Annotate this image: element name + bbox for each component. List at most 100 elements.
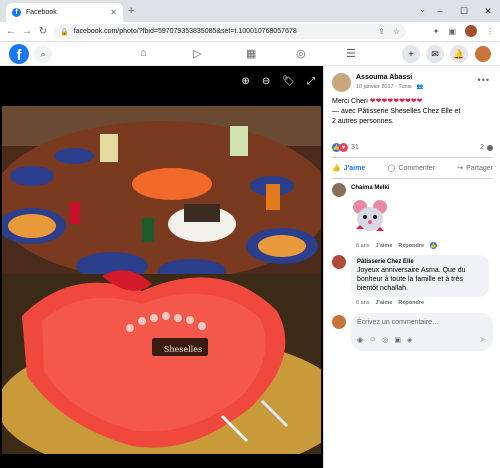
sidepanel-icon[interactable]: ▣ <box>448 27 456 36</box>
browser-menu-icon[interactable]: ⋮ <box>486 27 494 36</box>
post-location[interactable]: Tunis <box>398 84 411 90</box>
comment-button[interactable]: ◯ Commenter <box>387 164 435 173</box>
divider <box>332 157 493 158</box>
comment-like-link[interactable]: J'aime <box>375 300 392 306</box>
facebook-favicon-icon: f <box>12 8 21 17</box>
comment-meta: 6 ans J'aime Répondre 👍 <box>356 242 438 249</box>
reload-icon[interactable]: ↻ <box>35 26 51 37</box>
like-label: J'aime <box>343 164 366 172</box>
watch-icon[interactable]: ▷ <box>193 47 201 60</box>
minimize-button[interactable]: – <box>428 6 452 16</box>
groups-icon[interactable]: ◎ <box>296 47 306 60</box>
author-avatar[interactable] <box>332 73 351 92</box>
gif-icon[interactable]: ▣ <box>394 336 401 344</box>
window-controls: – ☐ ✕ <box>428 0 500 22</box>
new-tab-button[interactable]: + <box>128 5 134 17</box>
more-options-icon[interactable]: ••• <box>478 75 490 85</box>
sticker-icon[interactable]: ◈ <box>407 336 412 344</box>
commenter-avatar[interactable] <box>332 183 346 197</box>
zoom-out-icon[interactable]: ⊖ <box>262 76 270 87</box>
notifications-bell-icon[interactable]: 🔔 <box>450 45 468 63</box>
facebook-header: f ⌕ ⌂ ▷ ▦ ◎ ☰ + ✉ 🔔 <box>0 42 500 66</box>
commenter-name[interactable]: Pâtisserie Chez Elle <box>357 259 483 265</box>
comment-count-number: 2 <box>480 144 484 151</box>
tab-title: Facebook <box>26 9 57 16</box>
extension-icons: ✦ ▣ ⋮ <box>433 25 494 37</box>
comment-tools: ◉ ☺ ◎ ▣ ◈ <box>357 336 412 344</box>
share-icon: ↪ <box>457 165 464 172</box>
comment-label: Commenter <box>398 164 435 172</box>
comment-bubble: Pâtisserie Chez Elle Joyeux anniversaire… <box>351 255 489 297</box>
lock-icon[interactable]: 🔒 <box>60 28 69 36</box>
comment-count[interactable]: 2 <box>480 144 493 151</box>
comment-text: Joyeux anniversaire Asma. Que du bonheur… <box>357 267 466 292</box>
love-reaction-icon[interactable]: ♥ <box>339 143 348 152</box>
close-window-button[interactable]: ✕ <box>476 6 500 17</box>
post-panel: Assouma Abassi 10 janvier 2017 · Tunis ·… <box>323 66 500 468</box>
caption-line1: Merci Cheri <box>332 98 368 105</box>
back-arrow-icon[interactable]: ← <box>3 26 19 37</box>
photo-viewer: ⊕ ⊖ 🏷 ⤢ Sheselles <box>0 66 323 468</box>
commenter-name[interactable]: Chaima Melki <box>351 185 389 191</box>
create-plus-icon[interactable]: + <box>402 45 420 63</box>
maximize-button[interactable]: ☐ <box>452 6 476 17</box>
home-icon[interactable]: ⌂ <box>140 47 147 59</box>
post-caption: Merci Cheri ❤❤❤❤❤❤❤❤❤ — avec Pâtisserie … <box>332 97 460 127</box>
forward-arrow-icon[interactable]: → <box>19 26 35 37</box>
emoji-icon[interactable]: ☺ <box>369 336 376 344</box>
comment-reply-link[interactable]: Répondre <box>398 300 424 306</box>
like-button[interactable]: 👍 J'aime <box>332 164 366 173</box>
thumbs-up-icon: 👍 <box>332 165 341 172</box>
facebook-logo[interactable]: f <box>9 44 29 64</box>
url-text: facebook.com/photo/?fbid=597079353835085… <box>73 28 297 35</box>
comment-age[interactable]: 6 ans <box>356 243 369 249</box>
comment-bubble-icon <box>487 144 493 151</box>
address-bar[interactable]: 🔒 facebook.com/photo/?fbid=5970793538350… <box>54 24 406 39</box>
current-user-avatar[interactable] <box>332 315 346 329</box>
author-name[interactable]: Assouma Abassi <box>356 74 412 81</box>
reactions-row: 👍 ♥ 31 2 <box>332 143 493 152</box>
post-meta: 10 janvier 2017 · Tunis · 👥 <box>356 84 424 90</box>
comment-age[interactable]: 6 ans <box>356 300 369 306</box>
caption-line3: 2 autres personnes. <box>332 118 394 125</box>
comment-icon: ◯ <box>387 165 396 172</box>
extensions-puzzle-icon[interactable]: ✦ <box>433 27 440 36</box>
profile-avatar[interactable] <box>465 25 477 37</box>
reaction-count[interactable]: 31 <box>351 144 359 151</box>
cake-label: Sheselles <box>163 345 203 354</box>
account-avatar[interactable] <box>474 45 492 63</box>
people-icon: 👥 <box>416 84 424 90</box>
browser-tab-bar: f Facebook ✕ + ⌄ – ☐ ✕ <box>0 0 500 22</box>
comment-reply-link[interactable]: Répondre <box>398 243 424 249</box>
caption-line2: — avec Pâtisserie Sheselles Chez Elle et <box>332 108 461 115</box>
tab-close-icon[interactable]: ✕ <box>110 8 117 17</box>
share-page-icon[interactable]: ⇪ <box>378 27 385 36</box>
send-icon[interactable]: ➤ <box>479 335 486 344</box>
tag-icon[interactable]: 🏷 <box>282 76 295 87</box>
comment-meta: 6 ans J'aime Répondre <box>356 300 424 306</box>
zoom-in-icon[interactable]: ⊕ <box>242 76 250 87</box>
bookmark-star-icon[interactable]: ☆ <box>393 27 400 36</box>
mouse-sticker-image <box>353 200 387 231</box>
hearts-emoji: ❤❤❤❤❤❤❤❤❤ <box>369 98 423 105</box>
avatar-sticker-icon[interactable]: ◉ <box>357 336 363 344</box>
photo-toolbar: ⊕ ⊖ 🏷 ⤢ <box>242 76 315 87</box>
post-actions: 👍 J'aime ◯ Commenter ↪ Partager <box>332 160 493 176</box>
tab-search-chevron-icon[interactable]: ⌄ <box>419 5 426 14</box>
browser-tab[interactable]: f Facebook ✕ <box>6 3 123 22</box>
menu-icon[interactable]: ☰ <box>346 47 356 60</box>
comment-input[interactable]: Écrivez un commentaire… ◉ ☺ ◎ ▣ ◈ ➤ <box>351 313 493 351</box>
comment-like-link[interactable]: J'aime <box>375 243 392 249</box>
comment-like-badge-icon[interactable]: 👍 <box>430 242 438 249</box>
post-date[interactable]: 10 janvier 2017 <box>356 84 394 90</box>
comment-placeholder: Écrivez un commentaire… <box>357 319 440 326</box>
share-button[interactable]: ↪ Partager <box>457 164 493 173</box>
messenger-icon[interactable]: ✉ <box>426 45 444 63</box>
divider <box>332 178 493 179</box>
fullscreen-icon[interactable]: ⤢ <box>307 76 315 87</box>
commenter-avatar[interactable] <box>332 255 346 269</box>
share-label: Partager <box>466 164 493 172</box>
search-icon[interactable]: ⌕ <box>34 45 52 63</box>
marketplace-icon[interactable]: ▦ <box>246 47 256 60</box>
camera-icon[interactable]: ◎ <box>382 336 388 344</box>
